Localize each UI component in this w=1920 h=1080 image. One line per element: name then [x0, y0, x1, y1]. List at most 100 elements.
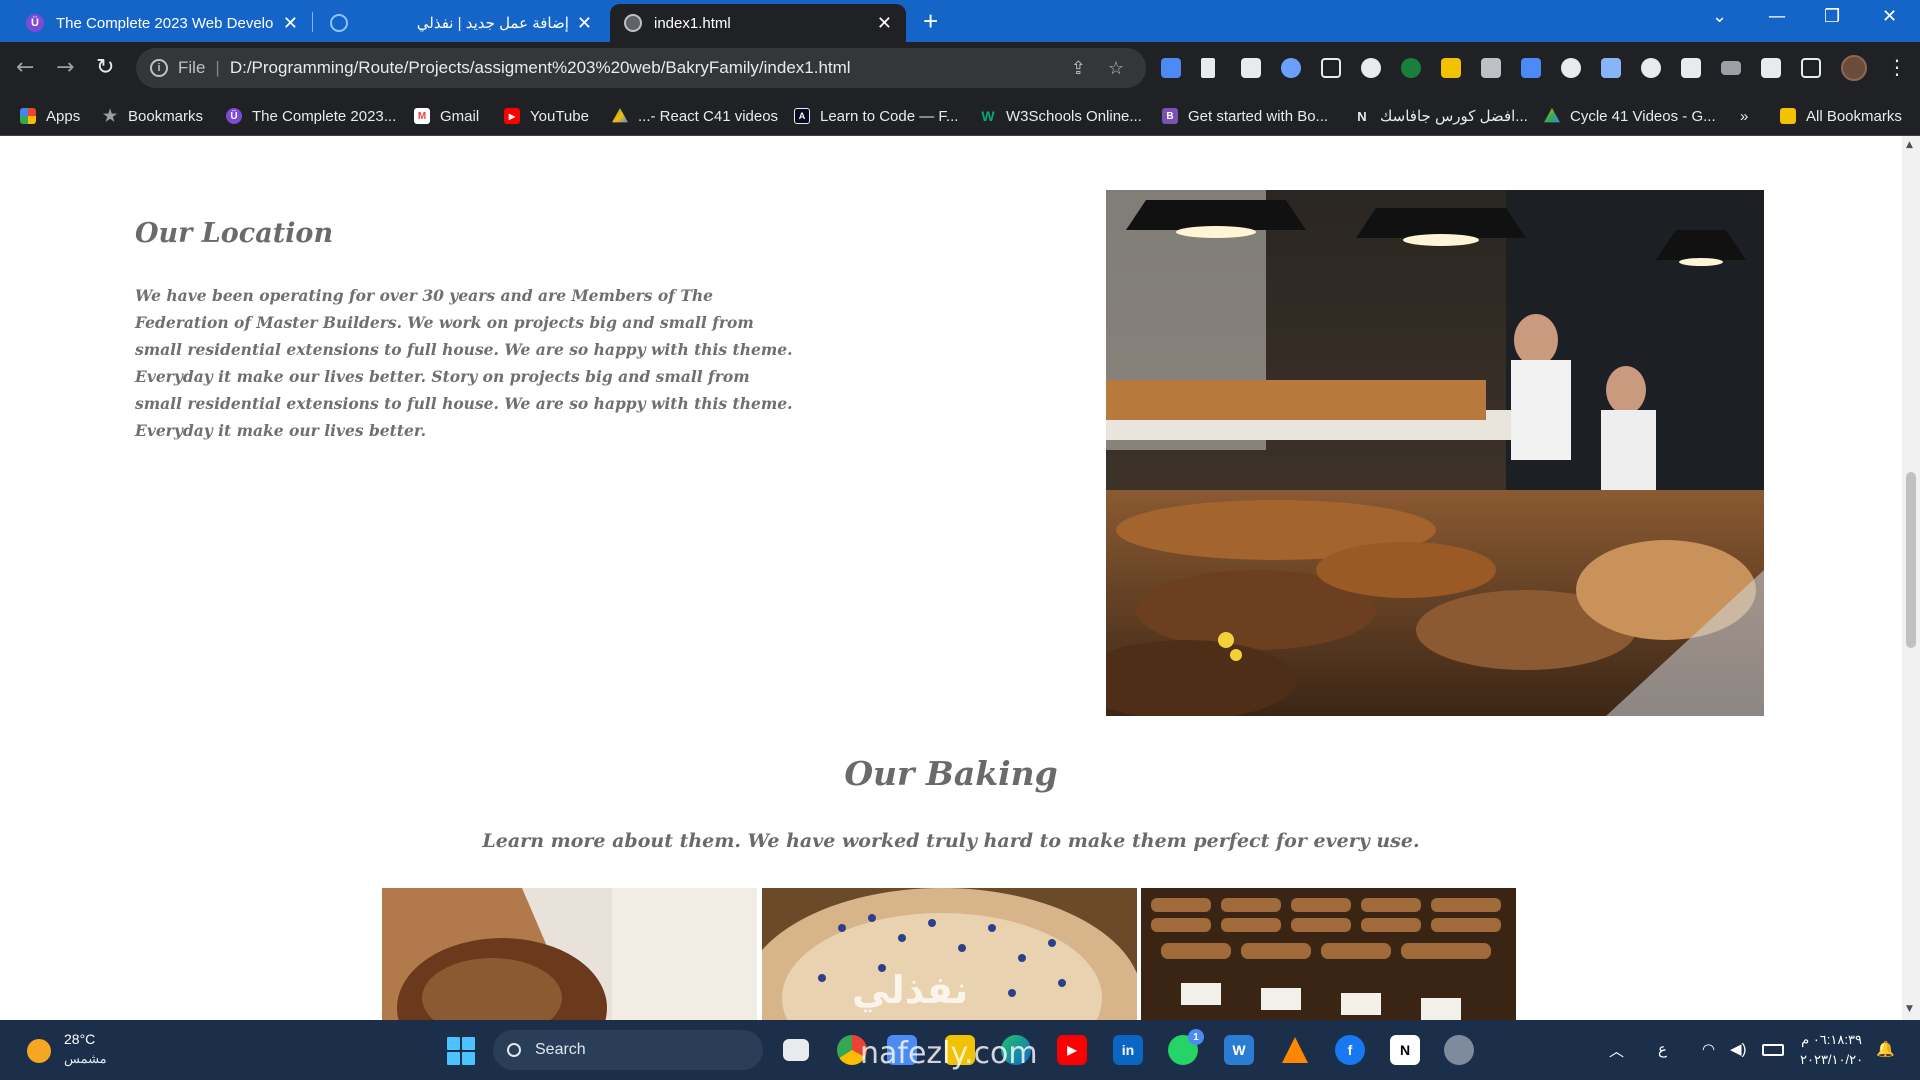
bookmark-gmail[interactable]: M Gmail	[414, 96, 479, 136]
page-viewport: Our Location We have been operating for …	[0, 136, 1902, 1020]
gmail-icon: M	[414, 108, 430, 124]
task-view-icon[interactable]	[783, 1039, 809, 1061]
bookmark-youtube[interactable]: ▶ YouTube	[504, 96, 589, 136]
tab-title: The Complete 2023 Web Develo	[56, 14, 274, 32]
downloads-icon[interactable]	[1761, 58, 1781, 78]
bookmark-react-videos[interactable]: ...- React C41 videos	[612, 96, 778, 136]
word-taskbar-icon[interactable]: W	[1224, 1035, 1254, 1065]
linkedin-taskbar-icon[interactable]: in	[1113, 1035, 1143, 1065]
reader-extension-icon[interactable]	[1241, 58, 1261, 78]
taskbar-clock[interactable]: ٠٦:١٨:٣٩ م ٢٠٢٣/١٠/٢٠	[1800, 1030, 1863, 1070]
bookmark-label: Get started with Bo...	[1188, 107, 1329, 125]
bookmarks-overflow-button[interactable]: »	[1740, 96, 1748, 136]
docs-extension-icon[interactable]	[1521, 58, 1541, 78]
forward-button[interactable]: →	[56, 55, 74, 80]
taskbar-search-box[interactable]: Search	[493, 1030, 763, 1070]
bookmark-label: Apps	[46, 107, 81, 125]
nafezly-watermark-url: nafezly.com	[860, 1036, 1038, 1071]
notion-taskbar-icon[interactable]: N	[1390, 1035, 1420, 1065]
search-label: Search	[535, 1041, 586, 1058]
bookmark-w3schools[interactable]: W W3Schools Online...	[980, 96, 1142, 136]
eyedropper-extension-icon[interactable]	[1201, 58, 1215, 78]
translate-extension-icon[interactable]	[1601, 58, 1621, 78]
facebook-taskbar-icon[interactable]: f	[1335, 1035, 1365, 1065]
bookmark-label: The Complete 2023...	[252, 107, 397, 125]
clock-time: ٠٦:١٨:٣٩ م	[1801, 1032, 1862, 1047]
all-bookmarks-button[interactable]: All Bookmarks	[1780, 96, 1902, 136]
scrollbar-thumb[interactable]	[1906, 472, 1916, 648]
circle-extension-icon[interactable]	[1361, 58, 1381, 78]
divider: |	[215, 58, 220, 77]
weather-condition[interactable]: مشمس	[64, 1051, 107, 1067]
close-tab-icon[interactable]: ✕	[877, 13, 892, 34]
address-bar[interactable]: i File | D:/Programming/Route/Projects/a…	[136, 48, 1146, 88]
bookmark-label: Learn to Code — F...	[820, 107, 959, 125]
tab-index1-active[interactable]: index1.html ✕	[610, 4, 906, 42]
bookmark-bootstrap[interactable]: B Get started with Bo...	[1162, 96, 1328, 136]
bookmark-star-icon[interactable]: ☆	[1108, 58, 1124, 79]
bookmark-label: افضل كورس جافاسك...	[1380, 108, 1528, 125]
reload-button[interactable]: ↻	[96, 55, 114, 80]
weather-temperature[interactable]: 28°C	[64, 1031, 95, 1047]
share-icon[interactable]: ⇪	[1071, 58, 1086, 79]
side-panel-icon[interactable]	[1801, 58, 1821, 78]
reading-list-icon[interactable]	[1721, 61, 1741, 75]
battery-icon[interactable]	[1762, 1044, 1784, 1056]
minimize-button[interactable]: —	[1768, 6, 1786, 27]
start-button[interactable]	[447, 1037, 475, 1065]
sun-weather-icon[interactable]	[27, 1039, 51, 1063]
scroll-down-arrow-icon[interactable]: ▼	[1906, 1004, 1913, 1014]
arrow-extension-icon[interactable]	[1481, 58, 1501, 78]
bookmark-label: Cycle 41 Videos - G...	[1570, 107, 1716, 125]
show-hidden-icons-chevron-icon[interactable]: ︿	[1609, 1040, 1624, 1061]
star-icon: ★	[102, 108, 118, 125]
bookmarks-bar: Apps ★ Bookmarks Ü The Complete 2023... …	[0, 96, 1920, 136]
bookmark-apps[interactable]: Apps	[20, 96, 80, 136]
cookies-display-image	[1141, 888, 1516, 1020]
bookmark-label: ...- React C41 videos	[638, 107, 779, 125]
page-scrollbar[interactable]: ▲ ▼	[1902, 136, 1920, 1020]
close-tab-icon[interactable]: ✕	[577, 13, 592, 34]
tab-udemy-course[interactable]: Ü The Complete 2023 Web Develo ✕	[12, 4, 312, 42]
profile-avatar[interactable]	[1841, 55, 1867, 81]
freecodecamp-icon: A	[794, 108, 810, 124]
tab-strip: Ü The Complete 2023 Web Develo ✕ إضافة ع…	[0, 0, 1920, 42]
settings-gear-icon[interactable]	[1444, 1035, 1474, 1065]
bookmark-bookmarks[interactable]: ★ Bookmarks	[102, 96, 203, 136]
scroll-up-arrow-icon[interactable]: ▲	[1906, 140, 1913, 150]
tab-nafezly[interactable]: إضافة عمل جديد | نفذلي ✕	[316, 4, 606, 42]
vlc-taskbar-icon[interactable]	[1280, 1035, 1310, 1065]
restore-button[interactable]: ❐	[1824, 6, 1840, 27]
back-button[interactable]: ←	[16, 55, 34, 80]
new-tab-button[interactable]: +	[923, 6, 938, 37]
tab-search-chevron-icon[interactable]: ⌄	[1712, 6, 1727, 27]
vpn-extension-icon[interactable]	[1281, 58, 1301, 78]
extensions-puzzle-icon[interactable]	[1681, 58, 1701, 78]
bakery-shop-image	[1106, 190, 1764, 716]
browser-toolbar: ← → ↻ i File | D:/Programming/Route/Proj…	[0, 42, 1920, 96]
drive-icon	[1544, 108, 1560, 123]
url-text[interactable]: D:/Programming/Route/Projects/assigment%…	[230, 58, 1071, 78]
bookmark-js-course[interactable]: N افضل كورس جافاسك...	[1354, 96, 1528, 136]
close-window-button[interactable]: ✕	[1882, 6, 1897, 27]
bookmark-freecodecamp[interactable]: A Learn to Code — F...	[794, 96, 958, 136]
globe-favicon-icon	[624, 14, 642, 32]
notion-extension-icon[interactable]	[1321, 58, 1341, 78]
grammar-extension-icon[interactable]	[1401, 58, 1421, 78]
bookmark-udemy[interactable]: Ü The Complete 2023...	[226, 96, 396, 136]
input-language-indicator[interactable]: ع	[1658, 1040, 1667, 1058]
volume-icon[interactable]: ◀)	[1730, 1040, 1747, 1058]
account-extension-icon[interactable]	[1641, 58, 1661, 78]
download-extension-icon[interactable]	[1161, 58, 1181, 78]
close-tab-icon[interactable]: ✕	[283, 13, 298, 34]
highlighter-extension-icon[interactable]	[1441, 58, 1461, 78]
notifications-bell-icon[interactable]: 🔔	[1876, 1040, 1895, 1058]
bookmark-cycle-41[interactable]: Cycle 41 Videos - G...	[1544, 96, 1716, 136]
site-info-icon[interactable]: i	[150, 59, 168, 77]
bookmark-label: All Bookmarks	[1806, 107, 1902, 125]
menu-kebab-icon[interactable]: ⋮	[1887, 55, 1907, 79]
youtube-taskbar-icon[interactable]: ▶	[1057, 1035, 1087, 1065]
whatsapp-taskbar-icon[interactable]: 1	[1168, 1029, 1204, 1065]
react-devtools-extension-icon[interactable]	[1561, 58, 1581, 78]
wifi-icon[interactable]: ◠	[1702, 1040, 1715, 1058]
